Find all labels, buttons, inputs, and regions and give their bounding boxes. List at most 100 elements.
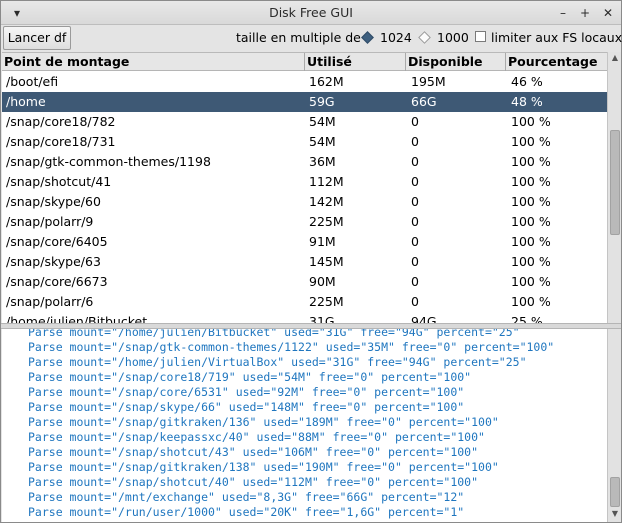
cell-percent: 100 % (511, 254, 551, 269)
cell-percent: 48 % (511, 94, 543, 109)
table-row[interactable]: /snap/polarr/6 225M 0 100 % (2, 292, 607, 312)
cell-used: 225M (309, 294, 344, 309)
radio-1024-label[interactable]: 1024 (380, 30, 412, 45)
cell-percent: 100 % (511, 134, 551, 149)
table-row[interactable]: /snap/skype/63 145M 0 100 % (2, 252, 607, 272)
cell-percent: 100 % (511, 274, 551, 289)
log-scrollbar[interactable]: ▼ (607, 329, 621, 522)
cell-used: 162M (309, 74, 344, 89)
table-row[interactable]: /snap/core18/731 54M 0 100 % (2, 132, 607, 152)
scroll-up-arrow-icon[interactable]: ▲ (608, 52, 622, 64)
local-fs-label[interactable]: limiter aux FS locaux (491, 30, 622, 45)
radio-1024-icon[interactable] (361, 31, 374, 44)
run-df-button[interactable]: Lancer df (3, 26, 71, 50)
log-line: Parse mount="/snap/core/6531" used="92M"… (28, 385, 465, 399)
log-lines: Parse mount="/home/julien/Bitbucket" use… (28, 329, 554, 520)
table-row[interactable]: /snap/core/6673 90M 0 100 % (2, 272, 607, 292)
cell-percent: 100 % (511, 234, 551, 249)
cell-available: 0 (411, 134, 419, 149)
cell-available: 0 (411, 234, 419, 249)
radio-1000-label[interactable]: 1000 (437, 30, 469, 45)
log-scroll-thumb[interactable] (610, 477, 620, 507)
app-window: ▾ Disk Free GUI – + ✕ Lancer df taille e… (0, 0, 622, 523)
cell-available: 94G (411, 314, 437, 323)
cell-percent: 100 % (511, 114, 551, 129)
cell-available: 195M (411, 74, 446, 89)
cell-mount: /snap/gtk-common-themes/1198 (6, 154, 211, 169)
table-header: Point de montage Utilisé Disponible Pour… (2, 53, 607, 71)
cell-used: 112M (309, 174, 344, 189)
log-line: Parse mount="/snap/core18/719" used="54M… (28, 370, 472, 384)
cell-available: 0 (411, 214, 419, 229)
cell-used: 31G (309, 314, 335, 323)
table-row[interactable]: /home 59G 66G 48 % (2, 92, 607, 112)
log-line: Parse mount="/snap/keepassxc/40" used="8… (28, 430, 485, 444)
cell-percent: 100 % (511, 154, 551, 169)
log-line: Parse mount="/snap/gitkraken/138" used="… (28, 460, 499, 474)
table-row[interactable]: /snap/core/6405 91M 0 100 % (2, 232, 607, 252)
cell-available: 0 (411, 254, 419, 269)
cell-used: 91M (309, 234, 336, 249)
log-scroll-down-arrow-icon[interactable]: ▼ (608, 508, 622, 520)
log-line: Parse mount="/snap/shotcut/43" used="106… (28, 445, 479, 459)
log-line: Parse mount="/home/julien/Bitbucket" use… (28, 329, 520, 339)
column-header-percent[interactable]: Pourcentage (506, 53, 607, 71)
cell-used: 225M (309, 214, 344, 229)
cell-percent: 100 % (511, 194, 551, 209)
table-row[interactable]: /snap/gtk-common-themes/1198 36M 0 100 % (2, 152, 607, 172)
table-row[interactable]: /snap/polarr/9 225M 0 100 % (2, 212, 607, 232)
cell-mount: /snap/polarr/6 (6, 294, 94, 309)
cell-used: 59G (309, 94, 335, 109)
table-row[interactable]: /boot/efi 162M 195M 46 % (2, 72, 607, 92)
cell-available: 0 (411, 154, 419, 169)
cell-percent: 100 % (511, 174, 551, 189)
log-line: Parse mount="/snap/shotcut/40" used="112… (28, 475, 479, 489)
cell-available: 66G (411, 94, 437, 109)
mounts-table[interactable]: Point de montage Utilisé Disponible Pour… (2, 52, 607, 323)
cell-percent: 100 % (511, 294, 551, 309)
log-line: Parse mount="/home/julien/VirtualBox" us… (28, 355, 527, 369)
table-scroll-thumb[interactable] (610, 130, 620, 235)
maximize-icon[interactable]: + (575, 3, 595, 23)
cell-mount: /snap/polarr/9 (6, 214, 94, 229)
log-panel[interactable]: Parse mount="/home/julien/Bitbucket" use… (2, 329, 607, 522)
table-scrollbar[interactable]: ▲ (607, 52, 621, 323)
cell-used: 54M (309, 114, 336, 129)
cell-available: 0 (411, 294, 419, 309)
cell-used: 142M (309, 194, 344, 209)
cell-available: 0 (411, 274, 419, 289)
cell-mount: /boot/efi (6, 74, 59, 89)
cell-used: 90M (309, 274, 336, 289)
log-line: Parse mount="/snap/gitkraken/136" used="… (28, 415, 499, 429)
cell-percent: 46 % (511, 74, 543, 89)
log-line: Parse mount="/run/user/1000" used="20K" … (28, 505, 465, 519)
cell-mount: /snap/shotcut/41 (6, 174, 112, 189)
table-body: /boot/efi 162M 195M 46 % /home 59G 66G 48 % /sna… (2, 72, 607, 323)
cell-mount: /snap/core18/731 (6, 134, 116, 149)
table-row[interactable]: /snap/skype/60 142M 0 100 % (2, 192, 607, 212)
cell-used: 36M (309, 154, 336, 169)
unit-label: taille en multiple de (236, 30, 361, 45)
table-row[interactable]: /snap/shotcut/41 112M 0 100 % (2, 172, 607, 192)
cell-available: 0 (411, 194, 419, 209)
cell-used: 145M (309, 254, 344, 269)
cell-percent: 100 % (511, 214, 551, 229)
table-row[interactable]: /snap/core18/782 54M 0 100 % (2, 112, 607, 132)
cell-mount: /snap/skype/63 (6, 254, 101, 269)
column-header-used[interactable]: Utilisé (305, 53, 406, 71)
cell-used: 54M (309, 134, 336, 149)
cell-mount: /snap/skype/60 (6, 194, 101, 209)
log-line: Parse mount="/mnt/exchange" used="8,3G" … (28, 490, 465, 504)
column-header-available[interactable]: Disponible (406, 53, 506, 71)
column-header-mount[interactable]: Point de montage (2, 53, 305, 71)
minimize-icon[interactable]: – (553, 3, 573, 23)
table-row[interactable]: /home/julien/Bitbucket 31G 94G 25 % (2, 312, 607, 323)
cell-percent: 25 % (511, 314, 543, 323)
log-line: Parse mount="/snap/gtk-common-themes/112… (28, 340, 555, 354)
radio-1000-icon[interactable] (418, 31, 431, 44)
toolbar: Lancer df taille en multiple de 1024 100… (1, 25, 622, 51)
cell-mount: /home/julien/Bitbucket (6, 314, 148, 323)
close-icon[interactable]: ✕ (598, 3, 618, 23)
local-fs-checkbox[interactable] (475, 31, 486, 42)
cell-available: 0 (411, 174, 419, 189)
